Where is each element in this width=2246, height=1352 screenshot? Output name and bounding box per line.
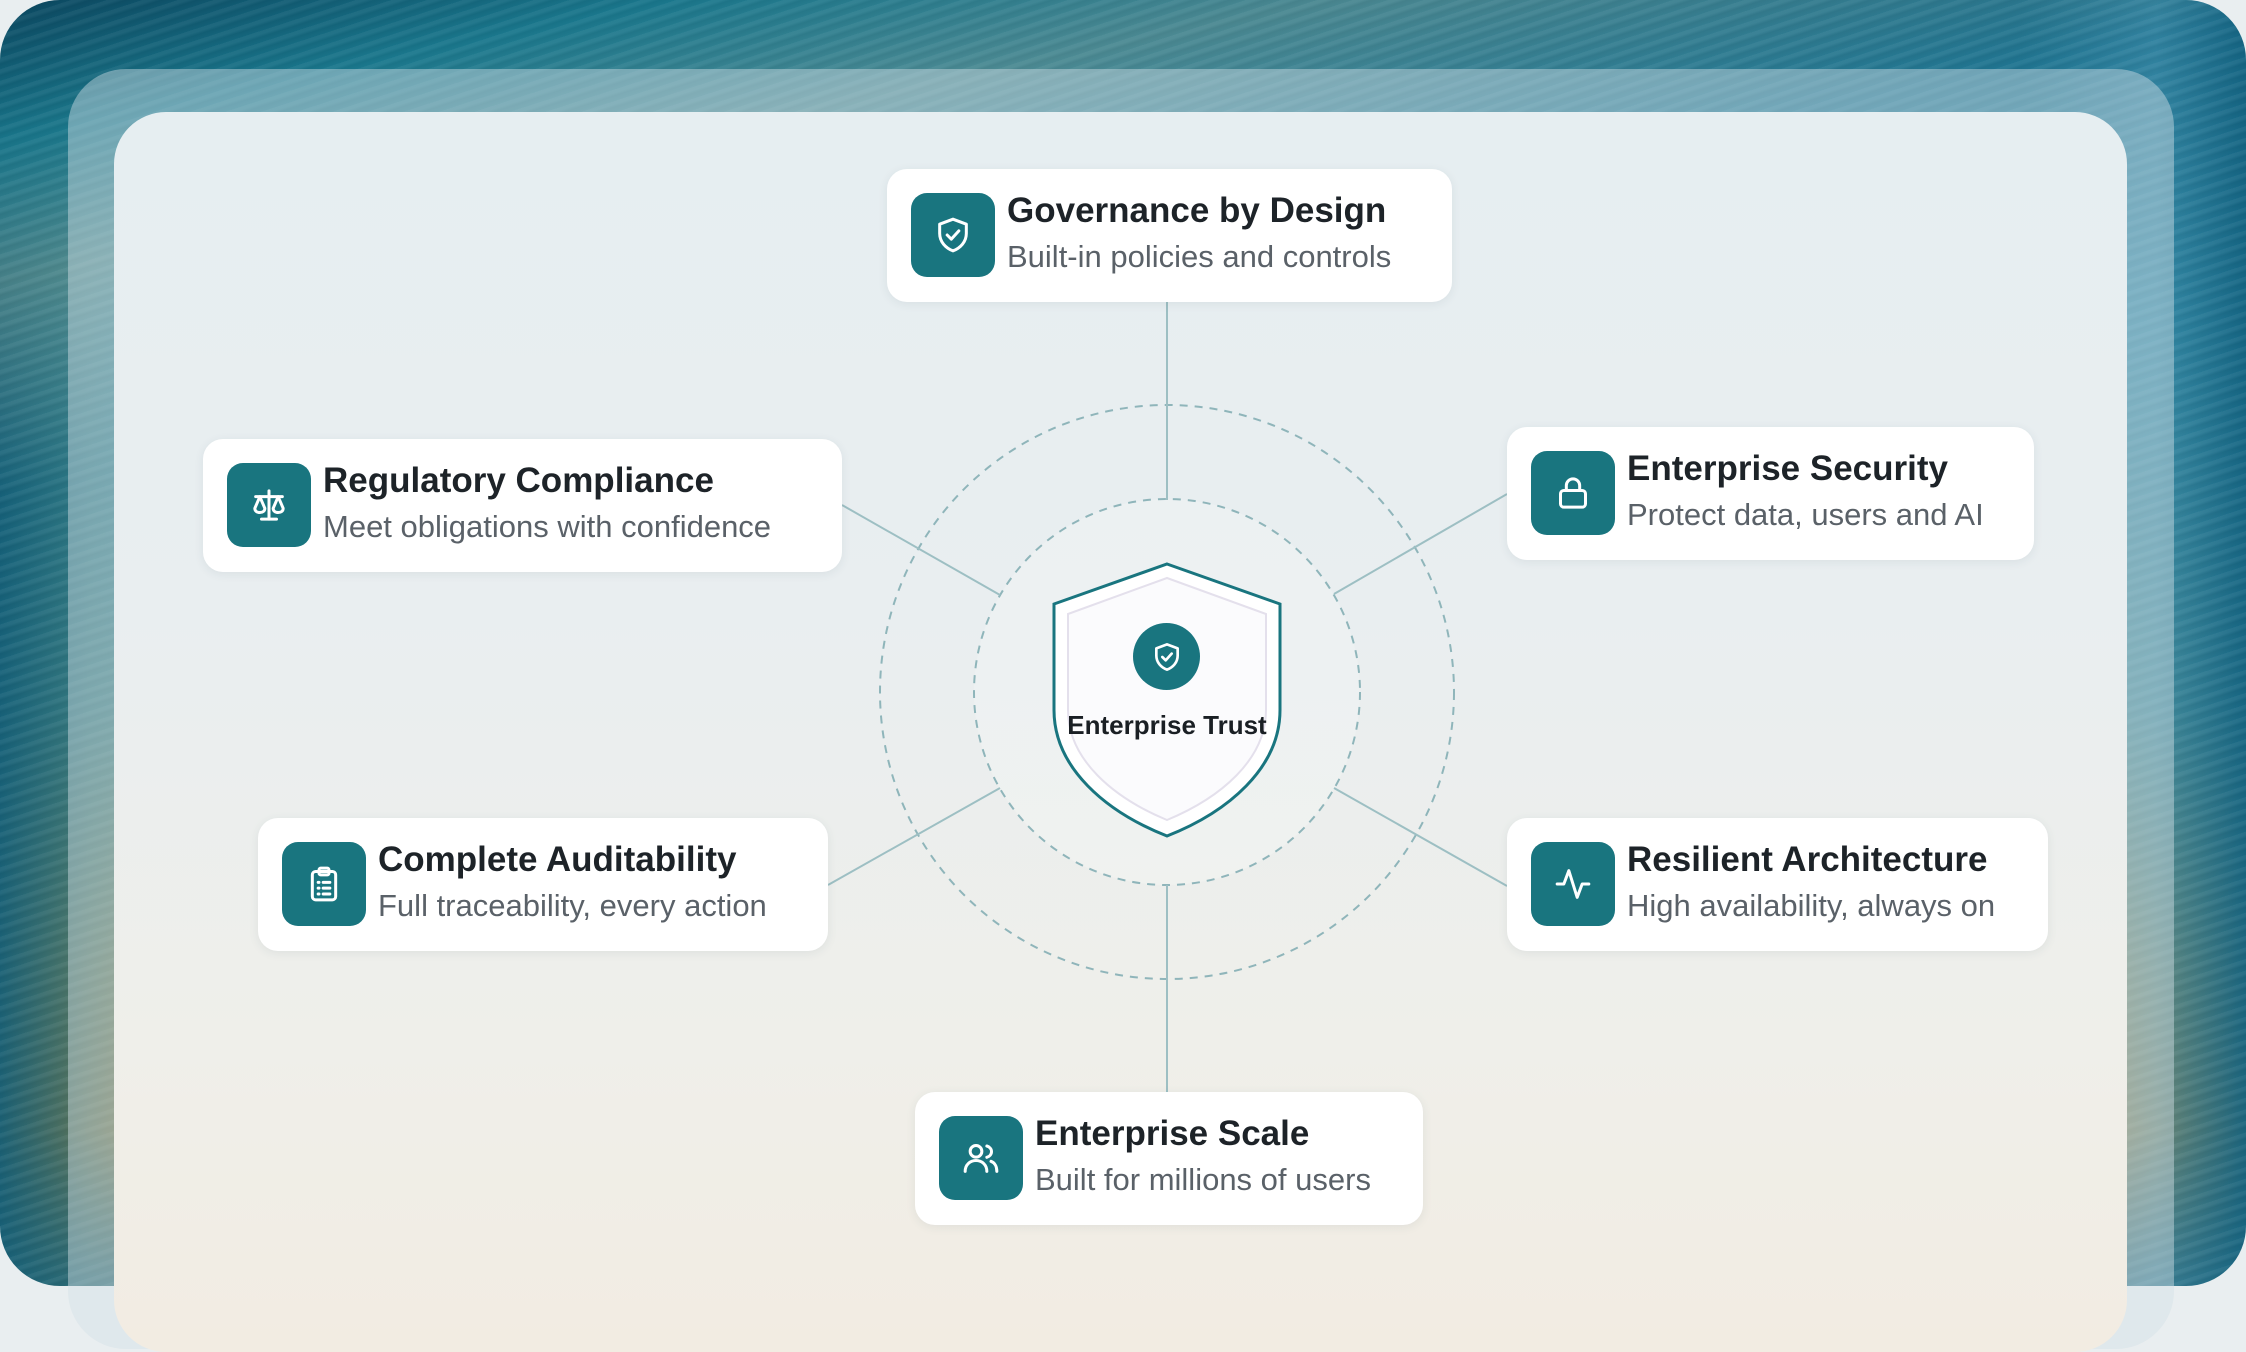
pillar-card-scale[interactable]: Enterprise Scale Built for millions of u… [915, 1092, 1423, 1225]
pillar-subtitle: High availability, always on [1627, 888, 1996, 923]
lock-icon [1531, 451, 1615, 535]
shield-check-icon [911, 193, 995, 277]
users-icon [939, 1116, 1023, 1200]
center-shield-check-icon [1133, 623, 1200, 690]
pillar-title: Enterprise Scale [1035, 1114, 1310, 1153]
pillar-title: Regulatory Compliance [323, 461, 714, 500]
pillar-subtitle: Built-in policies and controls [1007, 239, 1392, 274]
pillar-subtitle: Protect data, users and AI [1627, 497, 1984, 532]
connector-security [1333, 493, 1508, 595]
pillar-card-security[interactable]: Enterprise Security Protect data, users … [1507, 427, 2034, 560]
connector-resilience [1333, 787, 1508, 887]
connector-auditability [827, 787, 1001, 886]
connector-compliance [841, 504, 1001, 596]
pillar-title: Governance by Design [1007, 191, 1387, 230]
pillar-title: Enterprise Security [1627, 449, 1948, 488]
center-label: Enterprise Trust [1067, 710, 1267, 740]
center-shield-badge [1052, 562, 1282, 838]
pillar-card-auditability[interactable]: Complete Auditability Full traceability,… [258, 818, 828, 951]
activity-pulse-icon [1531, 842, 1615, 926]
pillar-title: Complete Auditability [378, 840, 737, 879]
pillar-subtitle: Full traceability, every action [378, 888, 767, 923]
pillar-card-governance[interactable]: Governance by Design Built-in policies a… [887, 169, 1452, 302]
pillar-subtitle: Meet obligations with confidence [323, 509, 772, 544]
pillar-title: Resilient Architecture [1627, 840, 1988, 879]
clipboard-list-icon [282, 842, 366, 926]
pillar-subtitle: Built for millions of users [1035, 1162, 1371, 1197]
pillar-card-resilience[interactable]: Resilient Architecture High availability… [1507, 818, 2048, 951]
scales-icon [227, 463, 311, 547]
pillar-card-compliance[interactable]: Regulatory Compliance Meet obligations w… [203, 439, 842, 572]
